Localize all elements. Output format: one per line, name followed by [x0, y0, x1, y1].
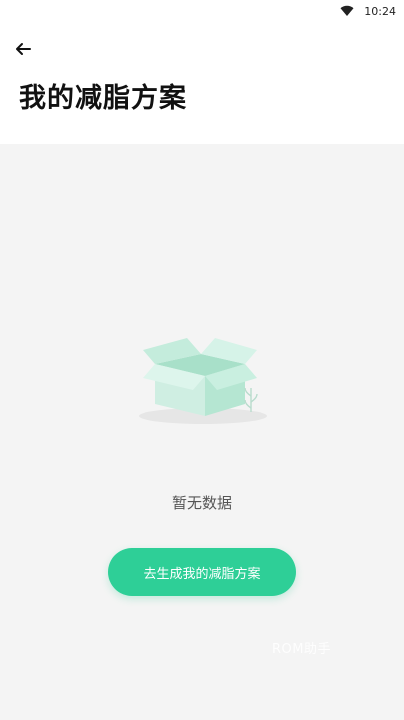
wifi-icon [340, 5, 354, 17]
status-time: 10:24 [364, 5, 396, 18]
page-title: 我的减脂方案 [19, 83, 187, 114]
empty-state-message: 暂无数据 [171, 494, 232, 512]
status-bar: 10:24 [0, 0, 404, 26]
watermark-text: ROM助手 [272, 642, 331, 657]
empty-box-icon [139, 338, 267, 424]
app-header: 我的减脂方案 [0, 26, 404, 144]
generate-plan-button[interactable]: 去生成我的减脂方案 [108, 548, 296, 596]
empty-content-area: 暂无数据 去生成我的减脂方案 ROM助手 [0, 144, 404, 720]
back-arrow-icon[interactable] [12, 38, 34, 60]
